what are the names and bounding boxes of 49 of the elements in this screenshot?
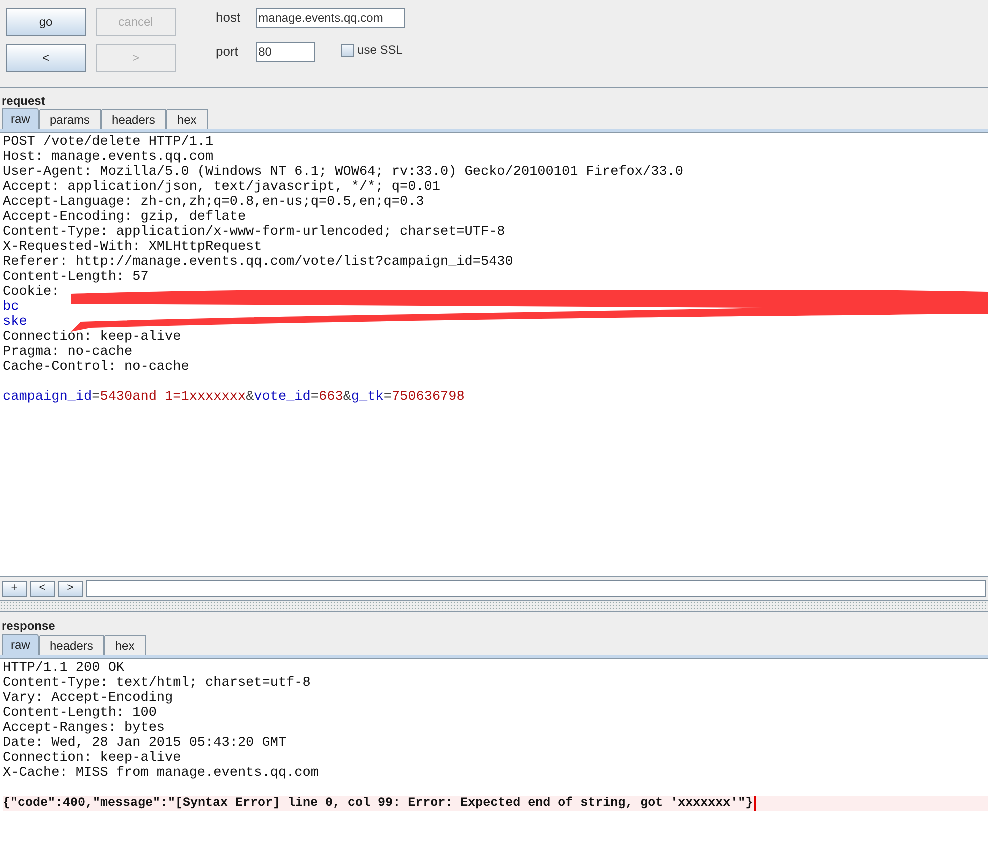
section-title: request bbox=[1, 93, 46, 110]
text-line: Date: Wed, 28 Jan 2015 05:43:20 GMT bbox=[3, 736, 287, 751]
port-label: port bbox=[216, 43, 240, 62]
text-line: Cookie: bbox=[3, 285, 60, 300]
text-line: Content-Type: application/x-www-form-urlencoded; charset=UTF-8 bbox=[3, 225, 506, 240]
text-line: POST /vote/delete HTTP/1.1 bbox=[3, 135, 214, 150]
text-line: Referer: http://manage.events.qq.com/vote/list?campaign_id=5430 bbox=[3, 255, 514, 270]
tab[interactable]: hex bbox=[104, 635, 146, 655]
tab[interactable]: raw bbox=[2, 634, 39, 655]
search-nav-button[interactable]: + bbox=[2, 580, 27, 596]
text-line: X-Requested-With: XMLHttpRequest bbox=[3, 240, 262, 255]
text-line: Vary: Accept-Encoding bbox=[3, 691, 174, 706]
text-line: bc bbox=[3, 300, 20, 315]
host-label: host bbox=[216, 9, 241, 28]
tab[interactable]: headers bbox=[101, 109, 166, 129]
text-cursor bbox=[754, 796, 756, 811]
search-nav-button[interactable]: < bbox=[30, 580, 55, 596]
text-line: User-Agent: Mozilla/5.0 (Windows NT 6.1; WOW64; rv:33.0) Gecko/20100101 Firefox/33.0 bbox=[3, 165, 684, 180]
text-line: ske bbox=[3, 315, 28, 330]
search-field[interactable] bbox=[86, 580, 986, 597]
request-body: campaign_id=5430and 1=1xxxxxxx&vote_id=663&g_tk=750636798 bbox=[3, 390, 465, 405]
text-line: Accept-Language: zh-cn,zh;q=0.8,en-us;q=0.5,en;q=0.3 bbox=[3, 195, 424, 210]
tab[interactable]: hex bbox=[166, 109, 208, 129]
ssl-label: use SSL bbox=[358, 42, 403, 59]
tab[interactable]: raw bbox=[2, 108, 39, 129]
text-line: Accept-Ranges: bytes bbox=[3, 721, 166, 736]
text-line: Content-Length: 57 bbox=[3, 270, 149, 285]
text-line: Content-Length: 100 bbox=[3, 706, 157, 721]
text-line: Accept: application/json, text/javascript, */*; q=0.01 bbox=[3, 180, 440, 195]
text-line: Connection: keep-alive bbox=[3, 330, 182, 345]
text-line: HTTP/1.1 200 OK bbox=[3, 661, 125, 676]
response-body: {"code":400,"message":"[Syntax Error] line 0, col 99: Error: Expected end of string, got 'xxxxxxx'"} bbox=[3, 796, 754, 811]
search-nav-button[interactable]: > bbox=[58, 580, 83, 596]
port-field[interactable]: 80 bbox=[256, 42, 315, 62]
section-title: response bbox=[1, 618, 56, 635]
text-line: Pragma: no-cache bbox=[3, 345, 133, 360]
splitter-handle[interactable] bbox=[0, 600, 988, 612]
host-field[interactable]: manage.events.qq.com bbox=[256, 8, 405, 28]
text-line: Cache-Control: no-cache bbox=[3, 360, 190, 375]
tab[interactable]: params bbox=[39, 109, 102, 129]
ssl-checkbox[interactable] bbox=[340, 44, 354, 56]
text-line: X-Cache: MISS from manage.events.qq.com bbox=[3, 766, 319, 781]
text-line: Connection: keep-alive bbox=[3, 751, 182, 766]
text-line: Host: manage.events.qq.com bbox=[3, 150, 214, 165]
toolbar-button[interactable]: < bbox=[6, 44, 86, 72]
text-line: Accept-Encoding: gzip, deflate bbox=[3, 210, 246, 225]
text-line: Content-Type: text/html; charset=utf-8 bbox=[3, 676, 311, 691]
toolbar-button[interactable]: go bbox=[6, 8, 86, 36]
tab[interactable]: headers bbox=[39, 635, 104, 655]
